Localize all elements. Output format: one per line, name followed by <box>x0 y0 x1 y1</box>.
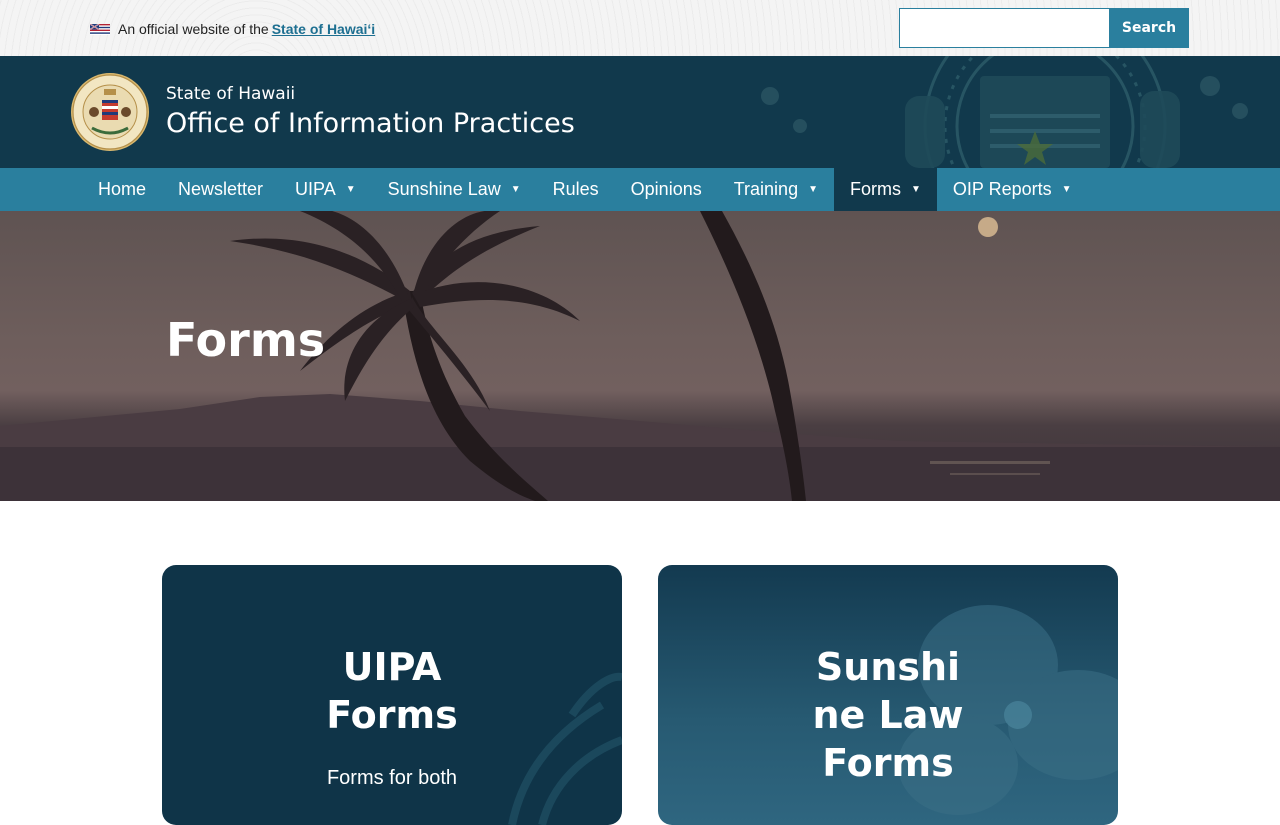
agency-title[interactable]: Office of Information Practices <box>166 108 575 139</box>
state-seal-background-art <box>761 56 1248 168</box>
nav-item-forms[interactable]: Forms ▼ <box>834 168 937 211</box>
card-title-line: Forms <box>822 741 954 785</box>
card-title-line: Forms <box>326 693 458 737</box>
caret-down-icon: ▼ <box>808 184 818 195</box>
nav-item-label: Rules <box>552 179 599 199</box>
nav-item-label: Opinions <box>630 179 702 199</box>
nav-item-oip-reports[interactable]: OIP Reports ▼ <box>937 168 1088 211</box>
official-text: An official website of the <box>118 21 269 37</box>
uipa-forms-card[interactable]: UIPA Forms Forms for both <box>162 565 622 825</box>
card-title-line: UIPA <box>342 645 442 689</box>
hero-banner: Forms <box>0 211 1280 501</box>
card-title-line: Sunshi <box>815 645 961 689</box>
caret-down-icon: ▼ <box>345 184 356 195</box>
official-banner: An official website of the State of Hawa… <box>0 0 1280 56</box>
nav-item-uipa[interactable]: UIPA ▼ <box>279 168 372 211</box>
nav-item-label: Forms <box>850 179 901 199</box>
site-search: Search <box>899 8 1190 48</box>
card-title: UIPA Forms <box>162 643 622 739</box>
nav-item-label: OIP Reports <box>952 179 1052 199</box>
search-input[interactable] <box>899 8 1109 48</box>
site-header: State of Hawaii Office of Information Pr… <box>0 56 1280 168</box>
nav-item-label: UIPA <box>295 179 336 199</box>
card-title: Sunshi ne Law Forms <box>658 643 1118 787</box>
nav-item-label: Newsletter <box>178 179 264 199</box>
hawaii-flag-icon <box>90 23 110 35</box>
card-title-line: ne Law <box>812 693 964 737</box>
nav-item-opinions[interactable]: Opinions <box>615 168 718 211</box>
nav-item-label: Home <box>98 179 147 199</box>
caret-down-icon: ▼ <box>1061 184 1072 195</box>
nav-item-label: Training <box>733 179 799 199</box>
search-button[interactable]: Search <box>1109 8 1189 48</box>
caret-down-icon: ▼ <box>911 184 921 195</box>
nav-item-newsletter[interactable]: Newsletter <box>162 168 279 211</box>
caret-down-icon: ▼ <box>510 184 521 195</box>
main-navigation: Home Newsletter UIPA ▼ Sunshine Law ▼ Ru… <box>0 168 1280 211</box>
agency-subtitle: State of Hawaii <box>166 84 296 104</box>
sunshine-law-forms-card[interactable]: Sunshi ne Law Forms <box>658 565 1118 825</box>
nav-item-training[interactable]: Training ▼ <box>718 168 834 211</box>
page-title: Forms <box>166 313 326 367</box>
state-seal-logo <box>71 73 149 151</box>
nav-item-label: Sunshine Law <box>387 179 501 199</box>
official-notice: An official website of the State of Hawa… <box>90 20 375 38</box>
state-of-hawaii-link[interactable]: State of Hawaiʻi <box>272 21 375 37</box>
card-description: Forms for both <box>326 767 458 789</box>
nav-item-rules[interactable]: Rules <box>537 168 615 211</box>
nav-item-home[interactable]: Home <box>82 168 162 211</box>
nav-item-sunshine-law[interactable]: Sunshine Law ▼ <box>372 168 537 211</box>
